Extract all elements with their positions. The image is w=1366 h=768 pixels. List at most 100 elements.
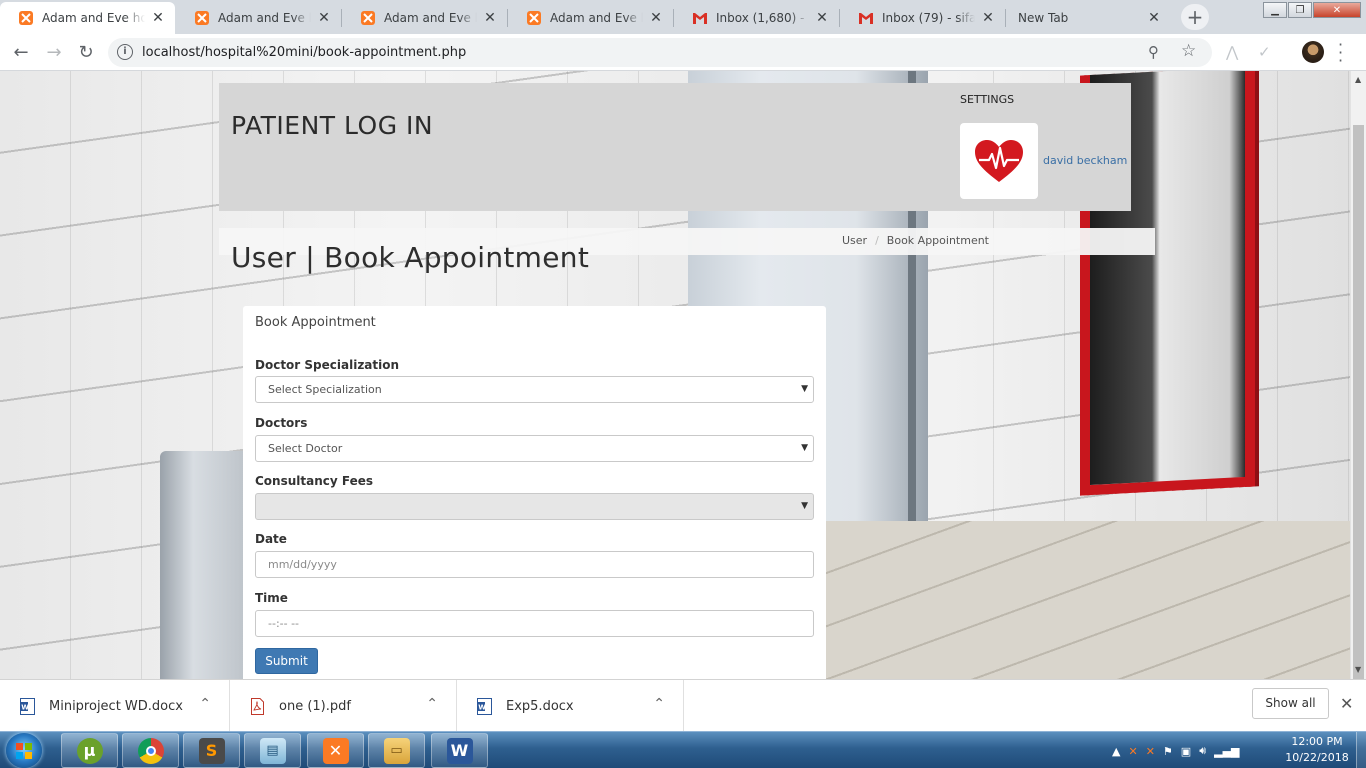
settings-link[interactable]: SETTINGS: [960, 93, 1014, 106]
browser-tab[interactable]: Adam and Eve hosp ✕: [0, 2, 175, 34]
system-tray: ▲ ✕ ✕ ⚑ ▣ 🔊︎ ▂▄▆: [1112, 740, 1240, 762]
tab-title: Adam and Eve hosp: [42, 11, 145, 25]
tab-title: Adam and Eve hosp: [550, 11, 643, 25]
close-download-bar-icon[interactable]: ✕: [1340, 694, 1353, 713]
maximize-button[interactable]: ❐: [1288, 2, 1312, 18]
browser-tab[interactable]: Adam and Eve hosp ✕: [342, 2, 507, 34]
dropdown-caret-icon: ▼: [801, 501, 808, 511]
browser-tab[interactable]: Inbox (79) - sifatyk ✕: [840, 2, 1005, 34]
time-label: Time: [255, 591, 288, 605]
tab-close-icon[interactable]: ✕: [649, 10, 663, 26]
chrome-icon[interactable]: [122, 733, 179, 768]
sublime-text-icon[interactable]: S: [183, 733, 240, 768]
info-icon[interactable]: i: [117, 44, 133, 60]
page-scrollbar[interactable]: ▲ ▼: [1350, 71, 1366, 691]
scroll-down-icon[interactable]: ▼: [1355, 665, 1361, 674]
chevron-up-icon[interactable]: ⌃: [199, 696, 211, 712]
tab-close-icon[interactable]: ✕: [151, 10, 165, 26]
pdf-icon: [250, 697, 265, 715]
gmail-icon: [858, 10, 874, 26]
download-filename: Miniproject WD.docx: [49, 698, 183, 714]
browser-tab[interactable]: Inbox (1,680) - siffu ✕: [674, 2, 839, 34]
tab-close-icon[interactable]: ✕: [317, 10, 331, 26]
address-url[interactable]: localhost/hospital%20mini/book-appointme…: [142, 45, 466, 60]
doctors-label: Doctors: [255, 416, 308, 430]
extension-icon[interactable]: ⋀: [1226, 43, 1238, 61]
tab-close-icon[interactable]: ✕: [483, 10, 497, 26]
clock-time: 12:00 PM: [1291, 735, 1343, 748]
taskbar-clock[interactable]: 12:00 PM 10/22/2018: [1284, 734, 1350, 766]
browser-tab[interactable]: Adam and Eve hosp ✕: [508, 2, 673, 34]
address-bar[interactable]: i localhost/hospital%20mini/book-appoint…: [108, 38, 1212, 67]
svg-text:W: W: [21, 703, 29, 711]
extension-check-icon[interactable]: ✓: [1258, 43, 1271, 61]
back-icon[interactable]: ←: [9, 40, 33, 64]
browser-menu-icon[interactable]: · · ·: [1338, 37, 1343, 69]
download-item[interactable]: W Exp5.docx ⌃: [457, 680, 684, 732]
book-appointment-panel: Book Appointment Doctor Specialization S…: [243, 306, 826, 679]
utorrent-icon[interactable]: µ: [61, 733, 118, 768]
breadcrumb-item-current: Book Appointment: [886, 234, 989, 247]
usb-device-icon[interactable]: ▣: [1181, 745, 1191, 758]
page-title: User | Book Appointment: [231, 241, 590, 274]
download-filename: one (1).pdf: [279, 698, 351, 714]
tab-close-icon[interactable]: ✕: [981, 10, 995, 26]
doctor-select[interactable]: Select Doctor ▼: [255, 435, 814, 462]
xampp-tray-icon[interactable]: ✕: [1128, 745, 1137, 758]
clock-date: 10/22/2018: [1285, 751, 1349, 764]
minimize-button[interactable]: ▁: [1263, 2, 1287, 18]
specialization-value: Select Specialization: [268, 383, 382, 396]
bookmark-star-icon[interactable]: ☆: [1181, 41, 1196, 61]
fees-label: Consultancy Fees: [255, 474, 374, 488]
tab-close-icon[interactable]: ✕: [1147, 10, 1161, 26]
tab-title: Adam and Eve hosp: [218, 11, 311, 25]
tab-title: Inbox (79) - sifatyk: [882, 11, 975, 25]
date-input[interactable]: mm/dd/yyyy: [255, 551, 814, 578]
tray-expand-icon[interactable]: ▲: [1112, 745, 1120, 758]
breadcrumb-item-user[interactable]: User: [842, 234, 867, 247]
scrollbar-thumb[interactable]: [1353, 125, 1364, 691]
xampp-icon[interactable]: ✕: [307, 733, 364, 768]
heart-pulse-icon[interactable]: [960, 123, 1038, 199]
action-center-flag-icon[interactable]: ⚑: [1163, 745, 1173, 758]
time-input[interactable]: --:-- --: [255, 610, 814, 637]
chevron-up-icon[interactable]: ⌃: [426, 696, 438, 712]
background-floor: [826, 521, 1350, 679]
forward-icon[interactable]: →: [42, 40, 66, 64]
profile-avatar[interactable]: [1302, 41, 1324, 63]
reload-icon[interactable]: ↻: [74, 40, 98, 64]
word-doc-icon: W: [477, 697, 492, 715]
volume-icon[interactable]: 🔊︎: [1199, 744, 1206, 758]
page-viewport: PATIENT LOG IN SETTINGS david beckham Us…: [0, 71, 1350, 679]
user-name-link[interactable]: david beckham: [1043, 154, 1127, 167]
doctor-value: Select Doctor: [268, 442, 343, 455]
browser-tab[interactable]: Adam and Eve hosp ✕: [176, 2, 341, 34]
xampp-tray-icon-2[interactable]: ✕: [1146, 745, 1155, 758]
new-tab-button[interactable]: +: [1181, 4, 1209, 30]
specialization-select[interactable]: Select Specialization ▼: [255, 376, 814, 403]
notepad-icon[interactable]: ▤: [244, 733, 301, 768]
start-button[interactable]: [6, 733, 42, 768]
tab-close-icon[interactable]: ✕: [815, 10, 829, 26]
download-item[interactable]: one (1).pdf ⌃: [230, 680, 457, 732]
show-desktop-button[interactable]: [1356, 732, 1366, 768]
chevron-up-icon[interactable]: ⌃: [653, 696, 665, 712]
network-signal-icon[interactable]: ▂▄▆: [1214, 745, 1239, 758]
zoom-icon[interactable]: ⚲: [1148, 43, 1159, 61]
download-item[interactable]: W Miniproject WD.docx ⌃: [0, 680, 230, 732]
browser-toolbar: ← → ↻ i localhost/hospital%20mini/book-a…: [0, 34, 1366, 71]
app-header: PATIENT LOG IN SETTINGS david beckham: [219, 83, 1131, 211]
fees-select[interactable]: ▼: [255, 493, 814, 520]
show-all-downloads-button[interactable]: Show all: [1252, 688, 1329, 719]
browser-tab[interactable]: New Tab ✕: [1006, 2, 1171, 34]
gmail-icon: [692, 10, 708, 26]
word-icon[interactable]: W: [431, 733, 488, 768]
tab-title: Inbox (1,680) - siffu: [716, 11, 809, 25]
scroll-up-icon[interactable]: ▲: [1355, 75, 1361, 84]
xampp-icon: [194, 10, 210, 26]
close-window-button[interactable]: ✕: [1313, 2, 1361, 18]
tab-title: New Tab: [1018, 11, 1069, 25]
dropdown-caret-icon: ▼: [801, 443, 808, 453]
file-explorer-icon[interactable]: ▭: [368, 733, 425, 768]
submit-button[interactable]: Submit: [255, 648, 318, 674]
